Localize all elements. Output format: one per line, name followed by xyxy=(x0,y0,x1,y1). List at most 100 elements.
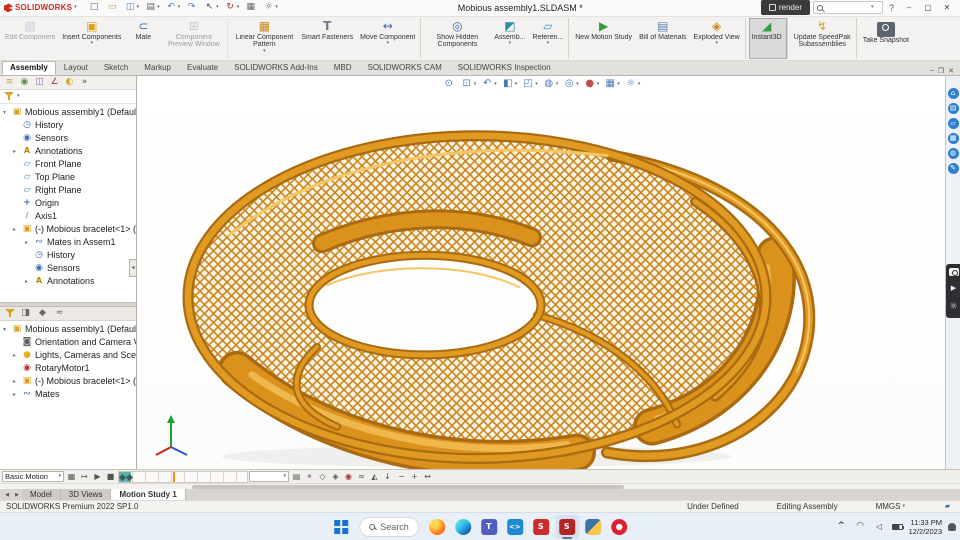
feature-manager-icon[interactable] xyxy=(3,76,16,88)
motion-study-type-select[interactable]: Basic Motion ▾ xyxy=(2,471,64,482)
taskbar-app-button[interactable] xyxy=(503,515,527,539)
motion-tool-button[interactable] xyxy=(381,471,394,483)
tree-item[interactable]: ▾ Mobious assembly1 (Default) xyxy=(0,323,136,336)
doc-restore-icon[interactable]: ❐ xyxy=(938,67,944,75)
tag-icon[interactable] xyxy=(941,501,954,513)
tree-item[interactable]: ▸ Mates in Assem1 xyxy=(0,236,136,249)
tree-item[interactable]: Front Plane xyxy=(0,158,136,171)
ribbon-button[interactable]: Move Component ▾ xyxy=(357,18,421,59)
timeline-zoom-button[interactable] xyxy=(421,471,434,483)
tree-item[interactable]: ▸ Mates xyxy=(0,388,136,401)
ribbon-button[interactable]: Take Snapshot xyxy=(860,18,912,59)
filter-icon[interactable] xyxy=(4,91,14,101)
expand-arrow-icon[interactable]: ▸ xyxy=(13,378,21,385)
wifi-icon[interactable] xyxy=(854,521,867,533)
display-manager-icon[interactable] xyxy=(63,76,76,88)
chevron-up-icon[interactable] xyxy=(835,521,848,533)
taskbar-app-button[interactable] xyxy=(451,515,475,539)
design-library-icon[interactable] xyxy=(948,103,959,114)
tree-item[interactable]: RotaryMotor1 xyxy=(0,362,136,375)
ribbon-tab[interactable]: MBD xyxy=(326,61,360,75)
ribbon-button[interactable]: Instant3D xyxy=(749,18,788,59)
ribbon-tab[interactable]: SOLIDWORKS Add-Ins xyxy=(226,61,326,75)
document-tab[interactable]: Model xyxy=(22,489,61,500)
tree-item[interactable]: ▸ Annotations xyxy=(0,275,136,288)
key-point-icon[interactable] xyxy=(36,307,49,319)
ribbon-button[interactable]: Insert Components ▾ xyxy=(59,18,124,59)
filter-caret-icon[interactable]: ▾ xyxy=(17,94,20,99)
motion-tool-button[interactable] xyxy=(290,471,303,483)
results-icon[interactable] xyxy=(53,307,66,319)
ribbon-tab[interactable]: Sketch xyxy=(96,61,136,75)
search-input[interactable] xyxy=(825,3,869,12)
motion-tool-button[interactable] xyxy=(342,471,355,483)
taskbar-app-button[interactable] xyxy=(425,515,449,539)
render-button[interactable]: render xyxy=(761,0,810,15)
view-tool-button[interactable]: ▾ xyxy=(582,78,601,91)
ribbon-button[interactable]: New Motion Study xyxy=(572,18,635,59)
timeline-zoom-button[interactable] xyxy=(395,471,408,483)
tree-item[interactable]: ▾ Mobious assembly1 (Default) xyxy=(0,106,136,119)
expand-arrow-icon[interactable]: ▸ xyxy=(25,239,33,246)
quick-access-button[interactable] xyxy=(183,0,200,15)
status-item[interactable]: Editing Assembly xyxy=(777,502,840,511)
configuration-manager-icon[interactable] xyxy=(33,76,46,88)
view-tool-button[interactable]: ▾ xyxy=(459,78,478,91)
view-tool-button[interactable]: ▾ xyxy=(479,78,498,91)
quick-access-button[interactable]: ▾ xyxy=(122,0,142,15)
tab-scroll-left-icon[interactable]: ◀ xyxy=(2,489,12,500)
more-tabs-icon[interactable] xyxy=(78,76,91,88)
volume-icon[interactable] xyxy=(873,521,886,533)
expand-arrow-icon[interactable]: ▸ xyxy=(13,148,21,155)
tree-item[interactable]: History xyxy=(0,249,136,262)
taskbar-app-button[interactable] xyxy=(477,515,501,539)
expand-arrow-icon[interactable]: ▾ xyxy=(3,326,11,333)
ribbon-button[interactable]: Edit Component xyxy=(2,18,58,59)
playback-button[interactable] xyxy=(91,471,104,483)
ribbon-button[interactable]: Referen... ▾ xyxy=(530,18,570,59)
file-explorer-icon[interactable] xyxy=(948,118,959,129)
view-tool-button[interactable] xyxy=(441,78,457,91)
expand-arrow-icon[interactable]: ▾ xyxy=(3,109,11,116)
help-button[interactable]: ? xyxy=(886,3,897,13)
playback-speed-select[interactable]: ▾ xyxy=(249,471,289,482)
playback-button[interactable] xyxy=(104,471,117,483)
document-tab[interactable]: Motion Study 1 xyxy=(111,489,185,500)
motion-tool-button[interactable] xyxy=(303,471,316,483)
display-pane-icon[interactable] xyxy=(19,307,32,319)
tree-item[interactable]: Origin xyxy=(0,197,136,210)
taskbar-app-button[interactable] xyxy=(581,515,605,539)
motion-tool-button[interactable] xyxy=(368,471,381,483)
close-icon[interactable]: ✕ xyxy=(938,0,956,15)
ribbon-tab[interactable]: SOLIDWORKS Inspection xyxy=(450,61,559,75)
timeline-playhead[interactable] xyxy=(173,472,175,482)
expand-arrow-icon[interactable]: ▸ xyxy=(25,278,33,285)
taskbar-search[interactable]: Search xyxy=(359,517,419,537)
ribbon-button[interactable]: Smart Fasteners xyxy=(298,18,356,59)
doc-minimize-icon[interactable]: – xyxy=(930,67,934,74)
ribbon-button[interactable]: Component Preview Window xyxy=(162,18,228,59)
ribbon-button[interactable]: Update SpeedPak Subassemblies xyxy=(791,18,857,59)
motion-timeline[interactable] xyxy=(118,471,248,483)
tab-scroll-right-icon[interactable]: ▶ xyxy=(12,489,22,500)
view-tool-button[interactable]: ▾ xyxy=(602,78,621,91)
tree-item[interactable]: Axis1 xyxy=(0,210,136,223)
status-item[interactable]: MMGS ▾ xyxy=(876,502,905,511)
tree-item[interactable]: ▸ (-) Mobious bracelet<1> (Default) xyxy=(0,223,136,236)
start-button[interactable] xyxy=(329,515,353,539)
quick-access-button[interactable] xyxy=(104,0,121,15)
document-tab[interactable]: 3D Views xyxy=(61,489,112,500)
motion-tool-button[interactable] xyxy=(329,471,342,483)
tree-item[interactable]: Sensors xyxy=(0,262,136,275)
home-icon[interactable] xyxy=(948,88,959,99)
ribbon-tab[interactable]: Assembly xyxy=(2,61,56,75)
panel-collapse-handle[interactable]: ◂ xyxy=(129,259,137,277)
command-search[interactable]: ▾ xyxy=(813,1,883,14)
status-item[interactable]: Under Defined xyxy=(687,502,741,511)
quick-access-button[interactable] xyxy=(86,0,103,15)
tree-item[interactable]: ▸ (-) Mobious bracelet<1> (Default) xyxy=(0,375,136,388)
custom-properties-icon[interactable] xyxy=(948,163,959,174)
solidworks-logo[interactable]: SOLIDWORKS ▾ xyxy=(4,3,77,12)
horizontal-scrollbar[interactable] xyxy=(0,483,960,489)
expand-arrow-icon[interactable]: ▸ xyxy=(13,352,21,359)
